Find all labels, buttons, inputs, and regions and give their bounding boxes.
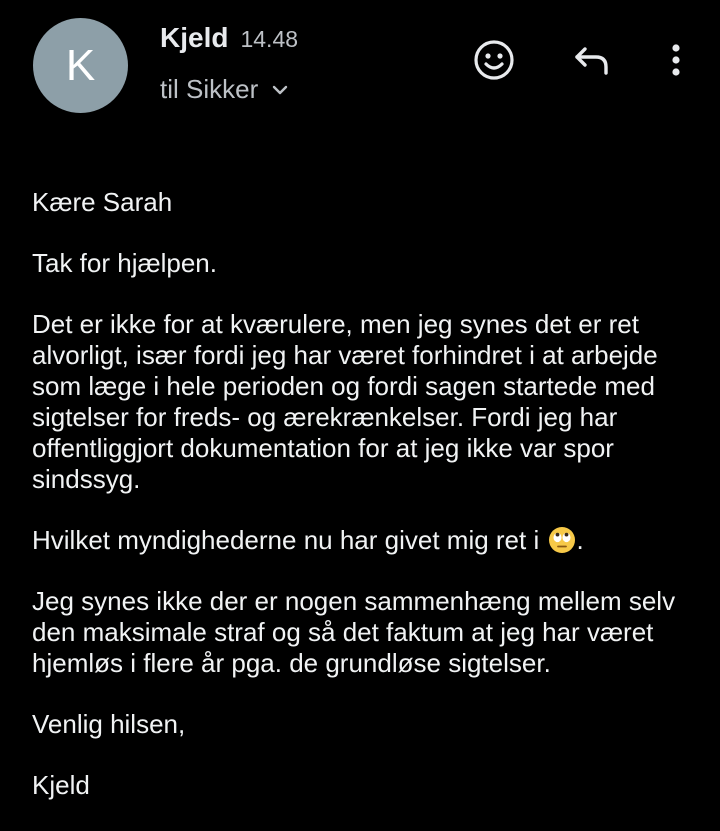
- recipient-label: til Sikker: [160, 74, 259, 104]
- message-text: .: [576, 525, 584, 555]
- sender-name: Kjeld: [160, 22, 229, 53]
- more-options-button[interactable]: [654, 38, 698, 82]
- message-paragraph: Tak for hjælpen.: [32, 248, 217, 278]
- message-paragraph: Hvilket myndighederne nu har givet mig r…: [32, 525, 692, 556]
- message-text: Hvilket myndighederne nu har givet mig r…: [32, 525, 547, 555]
- smiley-face-icon: [473, 39, 515, 81]
- message-greeting: Kære Sarah: [32, 187, 173, 217]
- reply-arrow-icon: [572, 43, 612, 77]
- chevron-down-icon: [272, 85, 288, 95]
- add-reaction-button[interactable]: [472, 38, 516, 82]
- message-signature: Kjeld: [32, 770, 90, 800]
- reply-button[interactable]: [570, 38, 614, 82]
- message-closing: Venlig hilsen,: [32, 709, 186, 739]
- recipient-details-toggle[interactable]: til Sikker: [160, 74, 288, 105]
- message-time: 14.48: [240, 26, 299, 52]
- message-paragraph: Det er ikke for at kværulere, men jeg sy…: [32, 309, 658, 494]
- sender-line: Kjeld 14.48: [160, 22, 298, 54]
- more-vertical-icon: [670, 42, 682, 78]
- message-paragraph: Jeg synes ikke der er nogen sammenhæng m…: [32, 586, 676, 678]
- face-with-rolling-eyes-emoji: [548, 526, 576, 554]
- sender-avatar[interactable]: K: [33, 18, 128, 113]
- message-body: Kære Sarah Tak for hjælpen. Det er ikke …: [32, 187, 692, 831]
